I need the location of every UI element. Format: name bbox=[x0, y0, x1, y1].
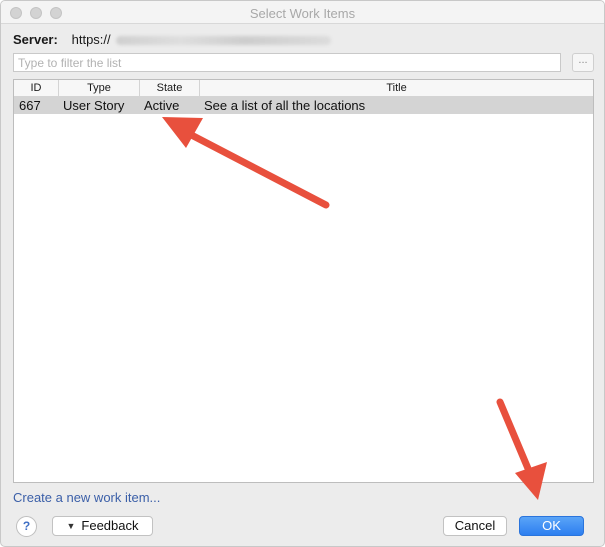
ok-button[interactable]: OK bbox=[519, 516, 584, 536]
title-bar: Select Work Items bbox=[1, 1, 604, 24]
triangle-down-icon: ▼ bbox=[66, 521, 76, 531]
feedback-label: Feedback bbox=[81, 518, 139, 533]
help-button[interactable]: ? bbox=[16, 516, 37, 537]
row-id: 667 bbox=[19, 98, 41, 113]
cancel-button[interactable]: Cancel bbox=[443, 516, 507, 536]
filter-input[interactable] bbox=[13, 53, 561, 72]
feedback-button[interactable]: ▼ Feedback bbox=[52, 516, 153, 536]
server-label: Server: bbox=[13, 32, 58, 47]
window-title: Select Work Items bbox=[249, 6, 356, 21]
row-type: User Story bbox=[63, 98, 125, 113]
question-icon: ? bbox=[22, 519, 31, 533]
server-url: https:// bbox=[71, 32, 111, 47]
server-url-redacted bbox=[116, 36, 332, 46]
column-header-id[interactable]: ID bbox=[14, 80, 59, 97]
create-work-item-link[interactable]: Create a new work item... bbox=[13, 490, 160, 505]
column-header-title[interactable]: Title bbox=[200, 80, 593, 97]
table-header: ID Type State Title bbox=[14, 80, 593, 97]
column-header-state[interactable]: State bbox=[140, 80, 200, 97]
column-header-type[interactable]: Type bbox=[59, 80, 140, 97]
more-options-button[interactable]: ... bbox=[572, 53, 594, 72]
row-title: See a list of all the locations bbox=[204, 98, 366, 113]
server-row: Server: https:// bbox=[13, 32, 332, 47]
row-state: Active bbox=[144, 98, 180, 113]
select-work-items-dialog: Select Work Items Server: https:// ... I… bbox=[0, 0, 605, 547]
work-items-table: ID Type State Title 667 User Story Activ… bbox=[13, 79, 594, 483]
table-row[interactable]: 667 User Story Active See a list of all … bbox=[14, 97, 593, 114]
